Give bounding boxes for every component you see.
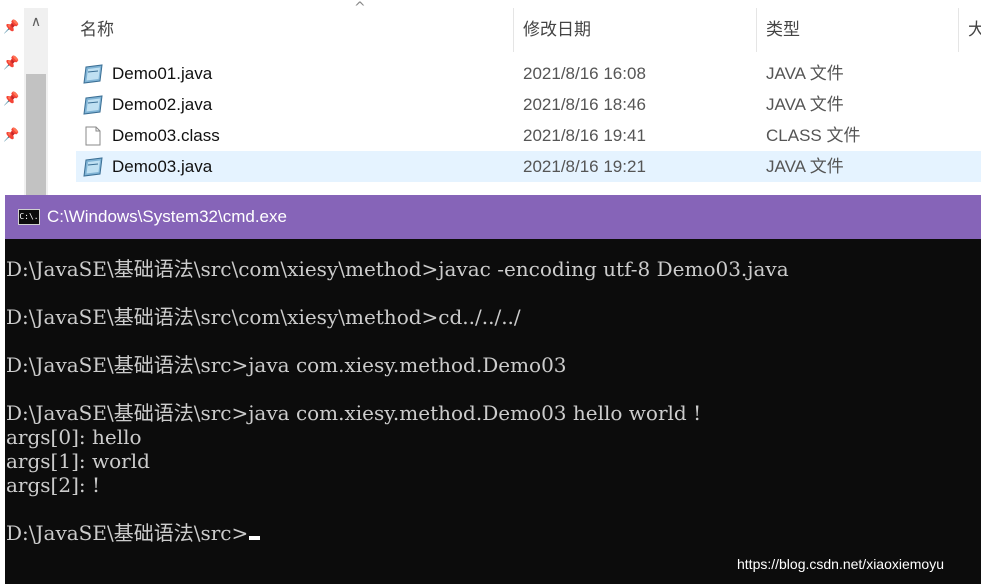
file-date: 2021/8/16 19:21 <box>523 157 646 176</box>
column-divider[interactable] <box>513 8 514 52</box>
pin-icon[interactable]: 📌 <box>3 56 19 72</box>
file-type: JAVA 文件 <box>766 157 844 176</box>
file-row[interactable]: Demo03.class 2021/8/16 19:41 CLASS 文件 <box>76 120 981 151</box>
file-date: 2021/8/16 18:46 <box>523 95 646 114</box>
cmd-window[interactable]: C:\. C:\Windows\System32\cmd.exe D:\Java… <box>5 195 981 584</box>
file-date: 2021/8/16 16:08 <box>523 64 646 83</box>
file-type: JAVA 文件 <box>766 64 844 83</box>
column-header-size[interactable]: 大 <box>968 8 981 54</box>
scroll-up-icon[interactable]: ∧ <box>24 8 48 36</box>
console-line: args[2]: ! <box>6 473 101 497</box>
cmd-icon: C:\. <box>18 209 40 225</box>
file-type: CLASS 文件 <box>766 126 861 145</box>
console-prompt: D:\JavaSE\基础语法\src> <box>6 521 249 545</box>
java-file-icon <box>83 64 103 84</box>
console-prompt-line[interactable]: D:\JavaSE\基础语法\src> <box>6 521 261 545</box>
file-name: Demo03.java <box>112 157 213 176</box>
java-file-icon <box>83 157 103 177</box>
column-header-type[interactable]: 类型 <box>766 8 800 54</box>
cmd-window-title: C:\Windows\System32\cmd.exe <box>47 207 287 226</box>
file-name: Demo02.java <box>112 95 213 114</box>
sort-ascending-icon: ^ <box>354 0 366 16</box>
file-date: 2021/8/16 19:41 <box>523 126 646 145</box>
file-name: Demo03.class <box>112 126 220 145</box>
nav-pane-scrollbar[interactable]: ∧ <box>24 8 48 195</box>
console-line: args[1]: world <box>6 449 150 473</box>
column-header-date[interactable]: 修改日期 <box>523 8 591 54</box>
console-line: D:\JavaSE\基础语法\src>java com.xiesy.method… <box>6 401 702 425</box>
column-divider[interactable] <box>756 8 757 52</box>
console-line: D:\JavaSE\基础语法\src\com\xiesy\method>java… <box>6 257 789 281</box>
file-row[interactable]: Demo01.java 2021/8/16 16:08 JAVA 文件 <box>76 58 981 89</box>
quick-access-pins: 📌 📌 📌 📌 <box>0 0 22 195</box>
java-file-icon <box>83 95 103 115</box>
file-type: JAVA 文件 <box>766 95 844 114</box>
file-row[interactable]: Demo02.java 2021/8/16 18:46 JAVA 文件 <box>76 89 981 120</box>
cmd-title-bar[interactable]: C:\. C:\Windows\System32\cmd.exe <box>5 195 981 239</box>
column-divider[interactable] <box>958 8 959 52</box>
file-explorer: 📌 📌 📌 📌 ∧ ^ 名称 修改日期 类型 大 Demo01.java 202… <box>0 0 981 195</box>
class-file-icon <box>85 126 101 146</box>
text-cursor <box>249 536 261 540</box>
file-name: Demo01.java <box>112 64 213 83</box>
file-row-selected[interactable]: Demo03.java 2021/8/16 19:21 JAVA 文件 <box>76 151 981 182</box>
scrollbar-thumb[interactable] <box>26 74 46 195</box>
watermark-url: https://blog.csdn.net/xiaoxiemoyu <box>737 556 945 572</box>
pin-icon[interactable]: 📌 <box>3 92 19 108</box>
console-line: D:\JavaSE\基础语法\src\com\xiesy\method>cd..… <box>6 305 521 329</box>
console-line: D:\JavaSE\基础语法\src>java com.xiesy.method… <box>6 353 567 377</box>
column-header-name[interactable]: 名称 <box>80 8 114 54</box>
pin-icon[interactable]: 📌 <box>3 20 19 36</box>
console-line: args[0]: hello <box>6 425 142 449</box>
column-header-row: ^ 名称 修改日期 类型 大 <box>70 0 981 54</box>
pin-icon[interactable]: 📌 <box>3 128 19 144</box>
